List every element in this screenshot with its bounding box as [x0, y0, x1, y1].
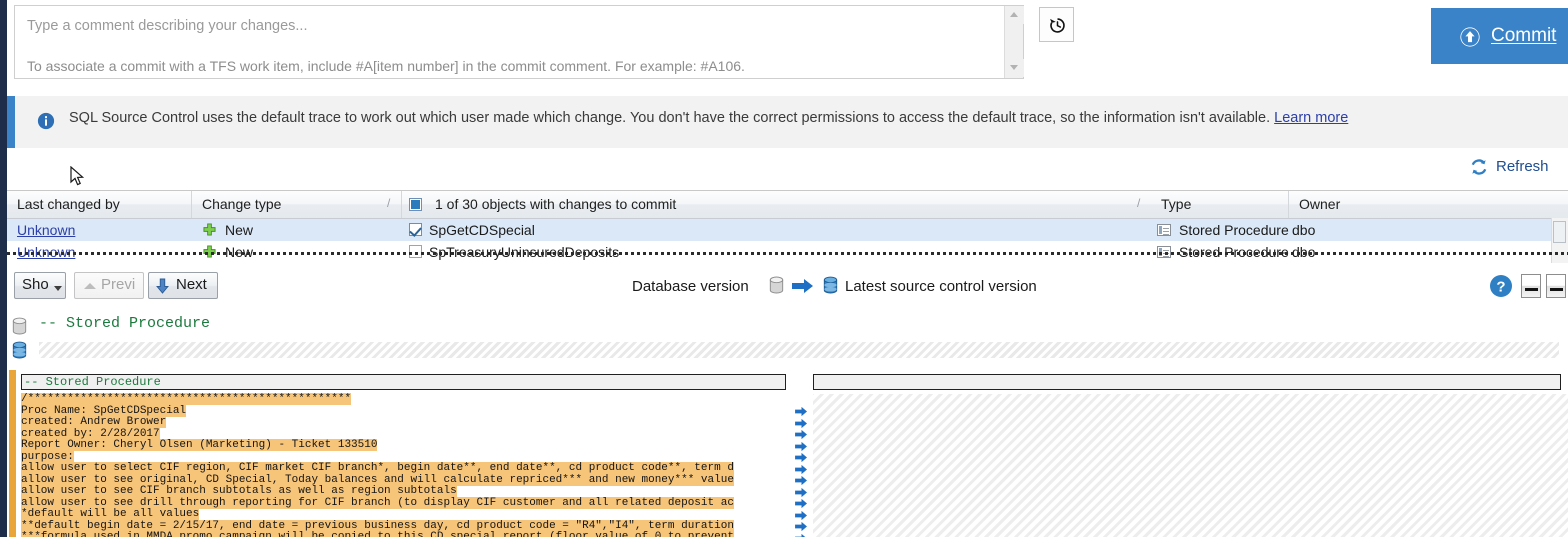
- table-row[interactable]: Unknown New SpGetCDSpecial Stored Proced…: [7, 219, 1568, 241]
- sort-indicator-change-type: /: [387, 196, 391, 210]
- arrow-right-blue-small-icon: [795, 418, 807, 428]
- diff-code-line: allow user to select CIF region, CIF mar…: [21, 462, 734, 474]
- diff-left-pane[interactable]: -- Stored Procedure /*******************…: [21, 368, 793, 537]
- diff-center-markers: [793, 368, 813, 537]
- diff-header-strip: -- Stored Procedure: [7, 310, 1568, 368]
- diff-left-title-text: -- Stored Procedure: [24, 375, 161, 389]
- next-button[interactable]: Next: [148, 272, 218, 299]
- diff-toolbar: Sho Previ Next Database version Latest s…: [7, 266, 1568, 310]
- svg-text:?: ?: [1496, 278, 1505, 295]
- column-header-objects-count[interactable]: 1 of 30 objects with changes to commit: [425, 191, 1143, 218]
- stored-procedure-icon: [1157, 224, 1171, 236]
- diff-code-line: allow user to see CIF branch subtotals a…: [21, 485, 457, 497]
- info-banner-accent: [7, 96, 15, 148]
- grid-header-row: Last changed by Change type / 1 of 30 ob…: [7, 191, 1568, 219]
- diff-right-pane-title: [813, 374, 1561, 390]
- scroll-up-arrow-icon[interactable]: [1005, 6, 1024, 24]
- arrow-right-blue-small-icon: [795, 487, 807, 497]
- info-circle-icon: [37, 112, 55, 130]
- arrow-right-blue-small-icon: [795, 475, 807, 486]
- sort-indicator-object: /: [1137, 196, 1141, 210]
- commit-comment-hint: To associate a commit with a TFS work it…: [27, 58, 745, 74]
- arrow-right-blue-small-icon: [795, 533, 806, 537]
- latest-source-control-version-label: Latest source control version: [845, 278, 1037, 295]
- arrow-right-blue-small-icon: [795, 429, 807, 440]
- arrow-right-blue-small-icon: [795, 510, 807, 520]
- database-cylinder-blue-icon: [12, 341, 27, 359]
- commit-comment-placeholder: Type a comment describing your changes..…: [27, 18, 308, 34]
- plus-green-icon: [203, 223, 216, 236]
- arrow-right-blue-small-icon: [795, 521, 807, 532]
- refresh-circular-arrows-icon: [1471, 159, 1487, 175]
- arrow-down-blue-icon: [156, 278, 169, 294]
- commit-button-label: Commit: [1491, 25, 1557, 46]
- database-cylinder-blue-icon: [823, 276, 838, 294]
- arrow-up-icon: [84, 283, 96, 289]
- help-question-icon[interactable]: ?: [1489, 274, 1513, 298]
- previous-button-label: Previ: [101, 276, 136, 293]
- grid-scrollbar-thumb[interactable]: [1553, 221, 1566, 243]
- refresh-button-label: Refresh: [1496, 158, 1549, 175]
- arrow-right-blue-small-icon: [795, 406, 807, 417]
- diff-right-pane[interactable]: [813, 368, 1568, 537]
- scroll-down-arrow-icon[interactable]: [1005, 59, 1024, 77]
- change-marker-bar: [9, 370, 16, 537]
- cell-type: Stored Procedure: [1179, 222, 1289, 238]
- next-button-label: Next: [176, 276, 207, 293]
- arrow-right-blue-small-icon: [795, 452, 807, 463]
- diff-right-empty-hatch: [813, 394, 1568, 537]
- database-cylinder-gray-icon: [12, 317, 27, 335]
- column-header-change-type[interactable]: Change type: [192, 191, 402, 218]
- mouse-cursor-pointer: [70, 166, 85, 186]
- info-banner: SQL Source Control uses the default trac…: [7, 96, 1568, 148]
- diff-code-line: ***formula used in MMDA promo campaign w…: [21, 531, 734, 537]
- history-clock-icon: [1050, 18, 1065, 33]
- show-button-label: Sho: [22, 276, 49, 293]
- commit-button[interactable]: Commit: [1431, 8, 1568, 64]
- comment-history-button[interactable]: [1039, 7, 1074, 42]
- previous-button: Previ: [74, 272, 144, 299]
- column-header-owner[interactable]: Owner: [1289, 191, 1568, 218]
- arrow-right-blue-icon: [792, 279, 813, 293]
- commit-comment-textarea[interactable]: Type a comment describing your changes..…: [14, 5, 1024, 79]
- cell-object-name: SpGetCDSpecial: [429, 222, 535, 238]
- diff-code-line: /***************************************…: [21, 393, 352, 405]
- info-banner-message: SQL Source Control uses the default trac…: [69, 110, 1271, 126]
- database-cylinder-gray-icon: [769, 276, 784, 294]
- arrow-right-blue-small-icon: [795, 441, 807, 451]
- column-header-last-changed-by[interactable]: Last changed by: [7, 191, 192, 218]
- diff-viewer: -- Stored Procedure /*******************…: [7, 368, 1568, 537]
- refresh-row: Refresh: [7, 148, 1568, 190]
- learn-more-link[interactable]: Learn more: [1274, 110, 1348, 126]
- last-changed-by-link[interactable]: Unknown: [17, 222, 75, 238]
- window-left-edge: [0, 0, 7, 537]
- commit-comment-zone: Type a comment describing your changes..…: [7, 0, 1568, 86]
- arrow-right-blue-small-icon: [795, 464, 807, 474]
- diff-left-gutter: [7, 368, 21, 537]
- info-banner-text: SQL Source Control uses the default trac…: [69, 110, 1348, 126]
- upload-arrow-up-circle-icon: [1460, 27, 1480, 47]
- chevron-down-icon: [54, 286, 62, 291]
- diff-code-line: *default will be all values: [21, 508, 200, 520]
- changes-grid: Last changed by Change type / 1 of 30 ob…: [7, 190, 1568, 263]
- diff-left-pane-title: -- Stored Procedure: [21, 374, 786, 390]
- arrow-right-blue-small-icon: [795, 498, 807, 509]
- row-checkbox[interactable]: [409, 223, 422, 237]
- comment-scrollbar[interactable]: [1004, 6, 1024, 78]
- cell-change-type: New: [225, 222, 254, 238]
- diff-header-code-text: -- Stored Procedure: [39, 315, 211, 332]
- select-all-checkbox[interactable]: [409, 198, 422, 211]
- diff-code-line: Report Owner: Cheryl Olsen (Marketing) -…: [21, 439, 378, 451]
- cell-owner: dbo: [1292, 222, 1316, 238]
- minimize-button[interactable]: [1521, 274, 1541, 298]
- column-header-type[interactable]: Type: [1151, 191, 1289, 218]
- restore-button[interactable]: [1546, 274, 1566, 298]
- diff-code-line: created: Andrew Brower: [21, 416, 167, 428]
- cell-last-changed-by[interactable]: Unknown: [17, 219, 187, 241]
- show-dropdown-button[interactable]: Sho: [14, 272, 66, 299]
- database-version-label: Database version: [632, 278, 749, 295]
- splitter-handle[interactable]: [7, 252, 1568, 255]
- diff-header-hatch: [39, 342, 1559, 358]
